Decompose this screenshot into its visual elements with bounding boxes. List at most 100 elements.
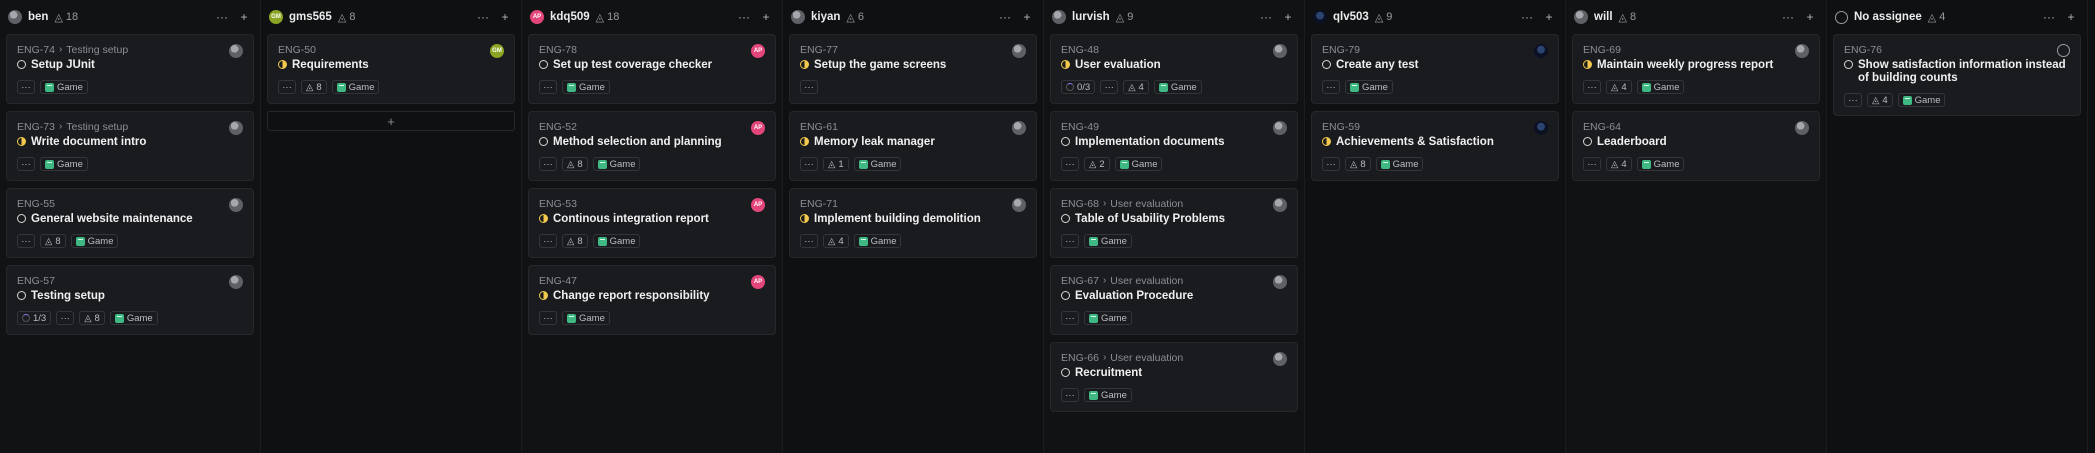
column-add-button[interactable]: + — [758, 10, 774, 24]
issue-card[interactable]: ENG-53 AP Continous integration report ··· ◬… — [528, 188, 776, 258]
label-chip[interactable]: Game — [1153, 80, 1202, 94]
priority-button[interactable]: ··· — [17, 157, 35, 171]
issue-card[interactable]: ENG-59 Achievements & Satisfaction ··· ◬ 8 Ga… — [1311, 111, 1559, 181]
status-progress-icon[interactable] — [800, 60, 809, 69]
column-more-button[interactable]: ··· — [2041, 10, 2057, 24]
status-progress-icon[interactable] — [17, 137, 26, 146]
parent-issue[interactable]: User evaluation — [1110, 275, 1183, 287]
estimate-chip[interactable]: ◬ 2 — [1084, 157, 1110, 171]
label-chip[interactable]: Game — [1084, 311, 1132, 325]
estimate-chip[interactable]: ◬ 8 — [79, 311, 105, 325]
priority-button[interactable]: ··· — [1061, 388, 1079, 402]
estimate-chip[interactable]: ◬ 8 — [301, 80, 327, 94]
issue-card[interactable]: ENG-66 › User evaluation Recruitment ··· Game — [1050, 342, 1298, 412]
priority-button[interactable]: ··· — [539, 80, 557, 94]
status-todo-icon[interactable] — [1061, 291, 1070, 300]
column-more-button[interactable]: ··· — [997, 10, 1013, 24]
priority-button[interactable]: ··· — [1322, 80, 1340, 94]
label-chip[interactable]: Game — [70, 234, 119, 248]
status-progress-icon[interactable] — [539, 291, 548, 300]
status-progress-icon[interactable] — [1061, 60, 1070, 69]
issue-card[interactable]: ENG-76 Show satisfaction information inst… — [1833, 34, 2081, 116]
status-todo-icon[interactable] — [1583, 137, 1592, 146]
column-more-button[interactable]: ··· — [736, 10, 752, 24]
add-issue-button[interactable]: + — [267, 111, 515, 131]
label-chip[interactable]: Game — [1375, 157, 1424, 171]
issue-card[interactable]: ENG-79 Create any test ··· Game — [1311, 34, 1559, 104]
status-todo-icon[interactable] — [1061, 368, 1070, 377]
issue-card[interactable]: ENG-68 › User evaluation Table of Usability… — [1050, 188, 1298, 258]
status-progress-icon[interactable] — [1322, 137, 1331, 146]
priority-button[interactable]: ··· — [1061, 157, 1079, 171]
column-add-button[interactable]: + — [497, 10, 513, 24]
parent-issue[interactable]: Testing setup — [66, 44, 128, 56]
label-chip[interactable]: Game — [1114, 157, 1163, 171]
priority-button[interactable]: ··· — [800, 157, 818, 171]
estimate-chip[interactable]: ◬ 4 — [1606, 80, 1632, 94]
estimate-chip[interactable]: ◬ 8 — [562, 157, 588, 171]
priority-button[interactable]: ··· — [1322, 157, 1340, 171]
priority-button[interactable]: ··· — [1100, 80, 1119, 94]
issue-card[interactable]: ENG-50 GM Requirements ··· ◬ 8 Game — [267, 34, 515, 104]
status-progress-icon[interactable] — [278, 60, 287, 69]
status-todo-icon[interactable] — [1844, 60, 1853, 69]
issue-card[interactable]: ENG-61 Memory leak manager ··· ◬ 1 Game — [789, 111, 1037, 181]
issue-card[interactable]: ENG-77 Setup the game screens ··· — [789, 34, 1037, 104]
status-todo-icon[interactable] — [539, 137, 548, 146]
status-progress-icon[interactable] — [1583, 60, 1592, 69]
priority-button[interactable]: ··· — [278, 80, 296, 94]
issue-card[interactable]: ENG-48 User evaluation 0/3 ··· ◬ 4 Game — [1050, 34, 1298, 104]
parent-issue[interactable]: User evaluation — [1110, 352, 1183, 364]
label-chip[interactable]: Game — [40, 157, 88, 171]
label-chip[interactable]: Game — [1897, 93, 1946, 107]
column-add-button[interactable]: + — [1280, 10, 1296, 24]
estimate-chip[interactable]: ◬ 4 — [823, 234, 849, 248]
column-add-button[interactable]: + — [1541, 10, 1557, 24]
status-progress-icon[interactable] — [539, 214, 548, 223]
parent-issue[interactable]: Testing setup — [66, 121, 128, 133]
parent-issue[interactable]: User evaluation — [1110, 198, 1183, 210]
priority-button[interactable]: ··· — [1583, 157, 1601, 171]
priority-button[interactable]: ··· — [539, 157, 557, 171]
estimate-chip[interactable]: ◬ 4 — [1123, 80, 1149, 94]
column-add-button[interactable]: + — [1802, 10, 1818, 24]
status-progress-icon[interactable] — [800, 214, 809, 223]
priority-button[interactable]: ··· — [17, 80, 35, 94]
estimate-chip[interactable]: ◬ 8 — [40, 234, 66, 248]
subissues-chip[interactable]: 1/3 — [17, 311, 52, 325]
column-more-button[interactable]: ··· — [214, 10, 230, 24]
label-chip[interactable]: Game — [331, 80, 380, 94]
status-todo-icon[interactable] — [17, 291, 26, 300]
estimate-chip[interactable]: ◬ 4 — [1867, 93, 1893, 107]
priority-button[interactable]: ··· — [1844, 93, 1862, 107]
label-chip[interactable]: Game — [109, 311, 158, 325]
issue-card[interactable]: ENG-74 › Testing setup Setup JUnit ··· Game — [6, 34, 254, 104]
issue-card[interactable]: ENG-73 › Testing setup Write document intro… — [6, 111, 254, 181]
issue-card[interactable]: ENG-47 AP Change report responsibility ··· G… — [528, 265, 776, 335]
label-chip[interactable]: Game — [592, 157, 641, 171]
issue-card[interactable]: ENG-55 General website maintenance ··· ◬ 8 Ga… — [6, 188, 254, 258]
issue-card[interactable]: ENG-69 Maintain weekly progress report ···… — [1572, 34, 1820, 104]
priority-button[interactable]: ··· — [17, 234, 35, 248]
label-chip[interactable]: Game — [853, 157, 902, 171]
label-chip[interactable]: Game — [1345, 80, 1393, 94]
issue-card[interactable]: ENG-78 AP Set up test coverage checker ··· G… — [528, 34, 776, 104]
status-todo-icon[interactable] — [1322, 60, 1331, 69]
priority-button[interactable]: ··· — [539, 311, 557, 325]
issue-card[interactable]: ENG-64 Leaderboard ··· ◬ 4 Game — [1572, 111, 1820, 181]
issue-card[interactable]: ENG-49 Implementation documents ··· ◬ 2 Game — [1050, 111, 1298, 181]
issue-card[interactable]: ENG-67 › User evaluation Evaluation Procedu… — [1050, 265, 1298, 335]
label-chip[interactable]: Game — [1084, 388, 1132, 402]
issue-card[interactable]: ENG-57 Testing setup 1/3 ··· ◬ 8 Game — [6, 265, 254, 335]
priority-button[interactable]: ··· — [800, 80, 818, 94]
priority-button[interactable]: ··· — [56, 311, 75, 325]
priority-button[interactable]: ··· — [1583, 80, 1601, 94]
priority-button[interactable]: ··· — [800, 234, 818, 248]
estimate-chip[interactable]: ◬ 8 — [562, 234, 588, 248]
column-add-button[interactable]: + — [1019, 10, 1035, 24]
issue-card[interactable]: ENG-52 AP Method selection and planning ···… — [528, 111, 776, 181]
label-chip[interactable]: Game — [853, 234, 902, 248]
column-more-button[interactable]: ··· — [1519, 10, 1535, 24]
priority-button[interactable]: ··· — [1061, 234, 1079, 248]
priority-button[interactable]: ··· — [539, 234, 557, 248]
